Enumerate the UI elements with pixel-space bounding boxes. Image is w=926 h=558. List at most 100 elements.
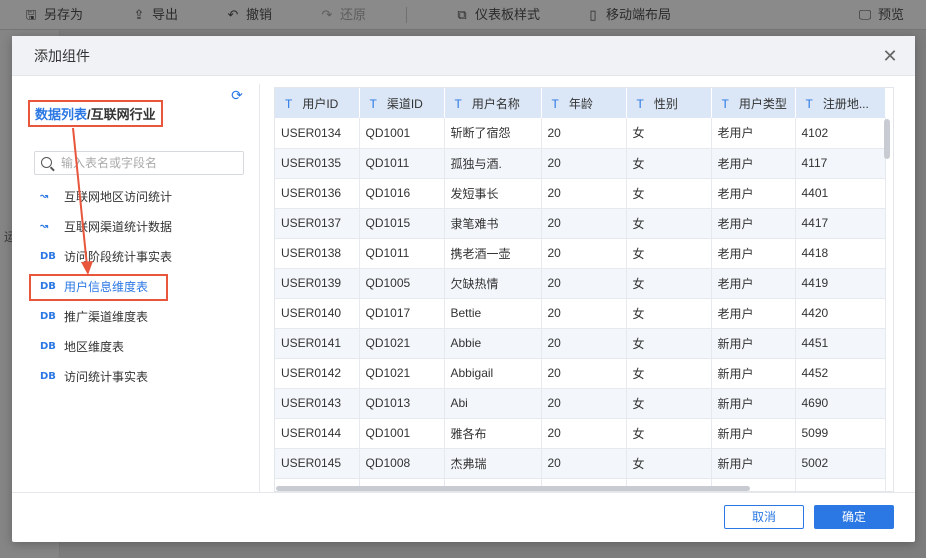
table-cell: 4690 xyxy=(795,388,886,419)
tree-item-region-dimension[interactable]: DB 地区维度表 xyxy=(40,336,124,358)
table-cell: QD1001 xyxy=(359,418,445,449)
close-icon[interactable]: ✕ xyxy=(881,47,899,65)
column-header[interactable]: T 渠道ID xyxy=(359,88,445,118)
table-row: USER0136 QD1016 发短事长 20 女老用户 4401 xyxy=(275,178,886,209)
table-cell: USER0136 xyxy=(275,178,360,209)
table-cell: 发短事长 xyxy=(444,178,542,209)
tree-item-label: 推广渠道维度表 xyxy=(64,310,149,324)
main-toolbar: 🖫 另存为 ⇪ 导出 ↶ 撤销 ↷ 还原 ⧉ 仪表板样式 ▯ 移动端布局 🖵 预… xyxy=(0,0,926,30)
table-cell: 4117 xyxy=(795,148,886,179)
table-cell: 老用户 xyxy=(711,148,796,179)
table-cell: USER0143 xyxy=(275,388,360,419)
column-header[interactable]: T 用户名称 xyxy=(444,88,542,118)
table-cell xyxy=(795,478,886,491)
table-cell: 4451 xyxy=(795,328,886,359)
table-cell: 新用户 xyxy=(711,358,796,389)
save-as-button[interactable]: 🖫 另存为 xyxy=(24,0,83,30)
table-cell: 5099 xyxy=(795,418,886,449)
column-header-label: 年龄 xyxy=(568,96,593,111)
cancel-button[interactable]: 取消 xyxy=(724,505,804,529)
tree-item-region-visits[interactable]: ↝ 互联网地区访问统计 xyxy=(40,186,172,208)
table-cell: 女 xyxy=(626,118,712,149)
table-cell: 20 xyxy=(541,118,627,149)
table-cell: 女 xyxy=(626,328,712,359)
tree-item-label: 访问阶段统计事实表 xyxy=(64,250,173,264)
vertical-scrollbar[interactable] xyxy=(884,119,890,159)
table-row: USER0145 QD1008 杰弗瑞 20 女新用户 5002 xyxy=(275,448,886,479)
table-cell: 杰弗瑞 xyxy=(444,448,542,479)
table-cell: 孤独与酒. xyxy=(444,148,542,179)
db-icon: DB xyxy=(40,371,56,382)
column-header[interactable]: T 注册地... xyxy=(795,88,886,118)
tree-item-label: 地区维度表 xyxy=(64,340,125,354)
table-row: USER0142 QD1021 Abbigail 20 女新用户 4452 xyxy=(275,358,886,389)
table-cell: QD1013 xyxy=(359,388,445,419)
breadcrumb-root[interactable]: 数据列表 xyxy=(35,107,87,122)
column-header[interactable]: T 用户ID xyxy=(275,88,360,118)
table-cell: 4419 xyxy=(795,268,886,299)
dashboard-style-label: 仪表板样式 xyxy=(475,7,541,22)
confirm-button[interactable]: 确定 xyxy=(814,505,894,529)
column-header-label: 用户ID xyxy=(302,96,339,111)
dashboard-style-button[interactable]: ⧉ 仪表板样式 xyxy=(455,0,540,30)
table-cell: 4417 xyxy=(795,208,886,239)
preview-icon: 🖵 xyxy=(858,7,872,22)
column-header[interactable]: T 用户类型 xyxy=(711,88,796,118)
tree-item-channel-stats[interactable]: ↝ 互联网渠道统计数据 xyxy=(40,216,172,238)
tree-item-visit-facts[interactable]: DB 访问统计事实表 xyxy=(40,366,148,388)
table-cell: USER0139 xyxy=(275,268,360,299)
table-cell: Abbigail xyxy=(444,358,542,389)
table-cell: 20 xyxy=(541,448,627,479)
text-type-icon: T xyxy=(721,96,729,111)
preview-button[interactable]: 🖵 预览 xyxy=(858,0,904,30)
table-cell: QD1016 xyxy=(359,178,445,209)
column-header[interactable]: T 年龄 xyxy=(541,88,627,118)
table-body: USER0134 QD1001 斩断了宿怨 20 女老用户 4102 USER0135 QD1… xyxy=(275,118,886,491)
table-cell: 老用户 xyxy=(711,268,796,299)
mobile-layout-button[interactable]: ▯ 移动端布局 xyxy=(586,0,671,30)
table-cell: USER0138 xyxy=(275,238,360,269)
preview-label: 预览 xyxy=(878,7,905,22)
text-type-icon: T xyxy=(551,96,559,111)
table-cell: 女 xyxy=(626,208,712,239)
table-cell: 20 xyxy=(541,328,627,359)
undo-button[interactable]: ↶ 撤销 xyxy=(226,0,272,30)
horizontal-scrollbar[interactable] xyxy=(276,486,750,491)
export-button[interactable]: ⇪ 导出 xyxy=(132,0,178,30)
save-icon: 🖫 xyxy=(25,7,37,22)
table-cell: USER0144 xyxy=(275,418,360,449)
table-cell: 新用户 xyxy=(711,448,796,479)
search-input[interactable] xyxy=(61,154,239,172)
table-row: USER0134 QD1001 斩断了宿怨 20 女老用户 4102 xyxy=(275,118,886,149)
redo-button[interactable]: ↷ 还原 xyxy=(320,0,366,30)
table-cell: 老用户 xyxy=(711,298,796,329)
export-icon: ⇪ xyxy=(133,7,145,22)
column-header[interactable]: T 性别 xyxy=(626,88,712,118)
table-cell: 斩断了宿怨 xyxy=(444,118,542,149)
table-row: USER0139 QD1005 欠缺热情 20 女老用户 4419 xyxy=(275,268,886,299)
tree-item-label: 访问统计事实表 xyxy=(64,370,149,384)
table-cell: 雅各布 xyxy=(444,418,542,449)
table-cell: 20 xyxy=(541,268,627,299)
search-icon xyxy=(41,157,52,168)
refresh-icon[interactable]: ⟳ xyxy=(229,87,245,103)
table-cell: USER0134 xyxy=(275,118,360,149)
text-type-icon: T xyxy=(285,96,293,111)
table-cell: USER0141 xyxy=(275,328,360,359)
dialog-footer: 取消 确定 xyxy=(12,492,915,542)
tree-item-promo-channel[interactable]: DB 推广渠道维度表 xyxy=(40,306,148,328)
table-search-box[interactable] xyxy=(34,151,244,175)
tree-item-label: 互联网渠道统计数据 xyxy=(64,220,173,234)
table-cell: 女 xyxy=(626,178,712,209)
table-cell: USER0137 xyxy=(275,208,360,239)
column-header-label: 渠道ID xyxy=(386,96,423,111)
redo-icon: ↷ xyxy=(321,7,333,22)
tree-item-label: 互联网地区访问统计 xyxy=(64,190,173,204)
data-preview-table: T 用户ID T 渠道ID T 用户名称 T 年龄 T 性别 T 用户类型 T 注册地... … xyxy=(274,87,894,492)
table-cell: 女 xyxy=(626,298,712,329)
column-header-label: 性别 xyxy=(653,96,678,111)
table-cell: 女 xyxy=(626,448,712,479)
tree-item-stage-facts[interactable]: DB 访问阶段统计事实表 xyxy=(40,246,172,268)
table-cell: 欠缺热情 xyxy=(444,268,542,299)
add-component-dialog: 添加组件 ✕ ⟳ 数据列表/互联网行业 ↝ 互联网地区访问统计 ↝ 互联网渠道统… xyxy=(12,36,915,542)
